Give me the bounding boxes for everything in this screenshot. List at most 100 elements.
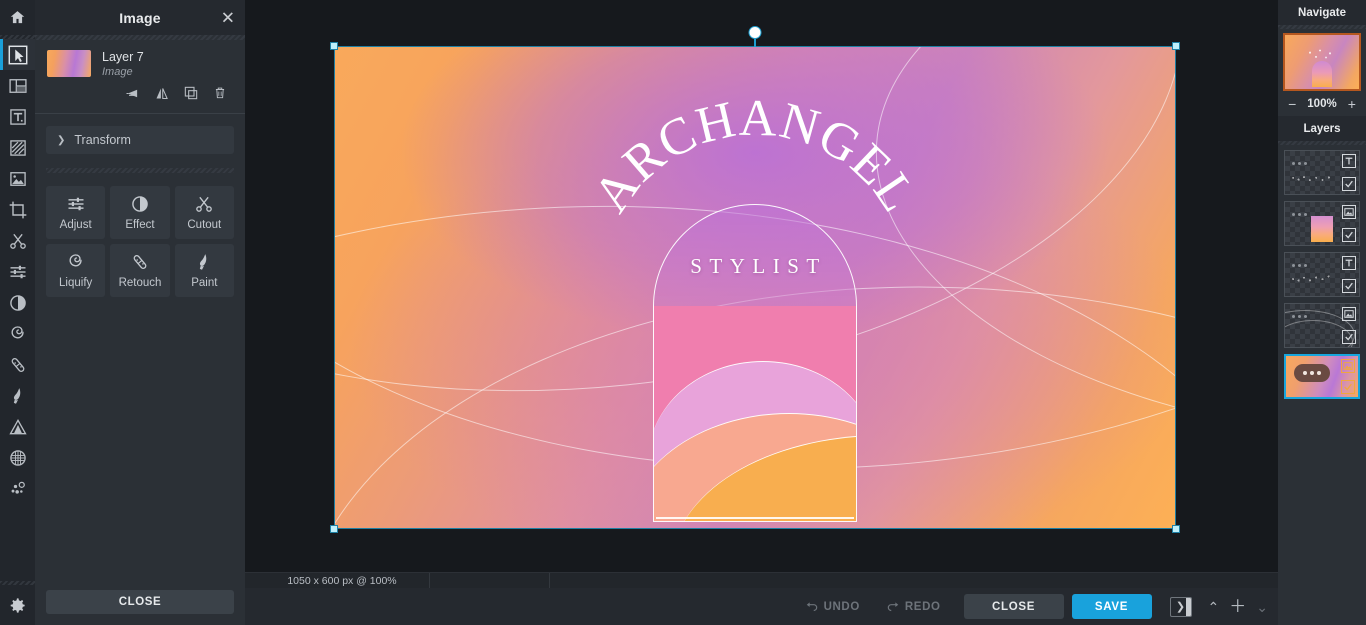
panel-footer: CLOSE bbox=[35, 590, 245, 625]
checkbox-checked-icon[interactable] bbox=[1342, 177, 1356, 191]
zoom-controls: − 100% + bbox=[1278, 91, 1366, 116]
resize-handle-top-right[interactable] bbox=[1172, 42, 1180, 50]
trash-icon[interactable] bbox=[213, 85, 227, 101]
save-button[interactable]: SAVE bbox=[1071, 594, 1152, 619]
resize-handle-bottom-right[interactable] bbox=[1172, 525, 1180, 533]
layer-card-image-lines[interactable] bbox=[1284, 303, 1360, 348]
layer-info-section: Layer 7 Image bbox=[35, 40, 245, 109]
sidebar-item-globe-tool[interactable] bbox=[0, 442, 35, 473]
left-tool-rail bbox=[0, 0, 35, 625]
layer-thumbnail bbox=[47, 50, 91, 77]
zoom-level: 100% bbox=[1307, 97, 1337, 110]
page-title: Image bbox=[119, 9, 161, 26]
sidebar-item-paint-tool[interactable] bbox=[0, 380, 35, 411]
text-t-icon bbox=[1342, 154, 1356, 168]
flip-vertical-icon[interactable] bbox=[154, 86, 169, 101]
checkbox-checked-icon[interactable] bbox=[1342, 228, 1356, 242]
chevron-down-icon[interactable]: ⌄ bbox=[1256, 600, 1268, 614]
gear-icon[interactable] bbox=[0, 585, 35, 625]
undo-button[interactable]: UNDO bbox=[792, 600, 873, 614]
effect-label: Effect bbox=[125, 219, 155, 231]
layer-order-controls: ⌃ ＋ ⌄ bbox=[1208, 598, 1272, 615]
sidebar-item-liquify-tool[interactable] bbox=[0, 318, 35, 349]
layer-card-text-stylist[interactable] bbox=[1284, 150, 1360, 195]
layer-card-image-arch[interactable] bbox=[1284, 201, 1360, 246]
artboard[interactable]: ARCHANGEL STYLIST bbox=[330, 27, 1180, 533]
layer-card-image-background[interactable] bbox=[1284, 354, 1360, 399]
sidebar-item-select-move-tool[interactable] bbox=[0, 39, 35, 70]
retouch-label: Retouch bbox=[118, 277, 162, 289]
transform-label: Transform bbox=[74, 133, 131, 147]
liquify-label: Liquify bbox=[59, 277, 93, 289]
liquify-button[interactable]: Liquify bbox=[46, 244, 106, 297]
checkbox-checked-icon[interactable] bbox=[1342, 330, 1356, 344]
canvas-stage[interactable]: ARCHANGEL STYLIST 1050 x 600 px @ 100% U… bbox=[245, 0, 1278, 625]
resize-handle-top-left[interactable] bbox=[330, 42, 338, 50]
paint-label: Paint bbox=[191, 277, 218, 289]
stylist-text: STYLIST bbox=[690, 254, 827, 278]
navigator-preview-arch bbox=[1312, 61, 1332, 87]
image-panel: Image ✕ Layer 7 Image ❯ Transform Adjust… bbox=[35, 0, 245, 625]
rotate-handle[interactable] bbox=[749, 27, 761, 38]
layer-card-icons bbox=[1341, 359, 1355, 394]
sidebar-item-layout-tool[interactable] bbox=[0, 70, 35, 101]
artwork-image: ARCHANGEL STYLIST bbox=[335, 47, 1175, 528]
undo-label: UNDO bbox=[823, 600, 860, 613]
layer-type: Image bbox=[102, 66, 133, 78]
sidebar-item-image-tool[interactable] bbox=[0, 163, 35, 194]
arch-shape bbox=[653, 204, 857, 522]
image-editor-app: Image ✕ Layer 7 Image ❯ Transform Adjust… bbox=[0, 0, 1366, 625]
close-button[interactable]: CLOSE bbox=[963, 594, 1064, 619]
layer-text-preview bbox=[1291, 173, 1333, 185]
sidebar-item-particles-tool[interactable] bbox=[0, 473, 35, 504]
redo-arrow-icon bbox=[887, 601, 899, 611]
sidebar-item-effect-tool[interactable] bbox=[0, 287, 35, 318]
picture-icon bbox=[1342, 205, 1356, 219]
layer-text-block: Layer 7 Image bbox=[102, 50, 144, 78]
sidebar-item-pattern-tool[interactable] bbox=[0, 132, 35, 163]
layer-text-preview bbox=[1290, 271, 1334, 287]
sidebar-item-crop-tool[interactable] bbox=[0, 194, 35, 225]
panel-toggle-icon[interactable]: ❯ bbox=[1169, 596, 1192, 617]
effect-button[interactable]: Effect bbox=[110, 186, 170, 239]
layers-list bbox=[1278, 145, 1366, 399]
tool-grid: Adjust Effect Cutout Liquify Retouch Pai… bbox=[46, 186, 234, 297]
close-icon[interactable]: ✕ bbox=[221, 9, 235, 26]
sidebar-item-text-tool[interactable] bbox=[0, 101, 35, 132]
zoom-in-button[interactable]: + bbox=[1348, 97, 1356, 111]
zoom-out-button[interactable]: − bbox=[1288, 97, 1296, 111]
layers-title: Layers bbox=[1278, 116, 1366, 141]
plus-icon[interactable]: ＋ bbox=[1229, 598, 1246, 615]
redo-label: REDO bbox=[904, 600, 941, 613]
home-icon[interactable] bbox=[0, 0, 35, 35]
redo-button[interactable]: REDO bbox=[873, 600, 954, 614]
navigator-preview-wrap[interactable] bbox=[1278, 29, 1366, 91]
layer-card-icons bbox=[1342, 256, 1356, 293]
arch-baseline bbox=[656, 517, 854, 519]
navigate-title: Navigate bbox=[1278, 0, 1366, 25]
layer-card-icons bbox=[1342, 154, 1356, 191]
cutout-button[interactable]: Cutout bbox=[174, 186, 234, 239]
retouch-button[interactable]: Retouch bbox=[110, 244, 170, 297]
chevron-up-icon[interactable]: ⌃ bbox=[1208, 600, 1220, 614]
sidebar-item-shape-tool[interactable] bbox=[0, 411, 35, 442]
checkbox-checked-icon[interactable] bbox=[1342, 279, 1356, 293]
flip-horizontal-icon[interactable] bbox=[123, 86, 140, 101]
sidebar-item-adjust-tool[interactable] bbox=[0, 256, 35, 287]
layer-card-text-archangel[interactable] bbox=[1284, 252, 1360, 297]
paint-button[interactable]: Paint bbox=[174, 244, 234, 297]
adjust-button[interactable]: Adjust bbox=[46, 186, 106, 239]
undo-arrow-icon bbox=[806, 601, 817, 611]
resize-handle-bottom-left[interactable] bbox=[330, 525, 338, 533]
panel-close-button[interactable]: CLOSE bbox=[46, 590, 234, 614]
transform-accordion[interactable]: ❯ Transform bbox=[46, 126, 234, 154]
duplicate-icon[interactable] bbox=[183, 85, 199, 101]
canvas-workspace[interactable]: ARCHANGEL STYLIST bbox=[245, 0, 1278, 573]
sidebar-item-cutout-tool[interactable] bbox=[0, 225, 35, 256]
right-panel: Navigate − 100% + Layers bbox=[1278, 0, 1366, 625]
sidebar-item-retouch-tool[interactable] bbox=[0, 349, 35, 380]
navigator-preview[interactable] bbox=[1283, 33, 1361, 91]
status-cell-empty bbox=[430, 572, 550, 589]
canvas-size-status: 1050 x 600 px @ 100% bbox=[245, 572, 430, 589]
checkbox-checked-icon[interactable] bbox=[1341, 380, 1355, 394]
